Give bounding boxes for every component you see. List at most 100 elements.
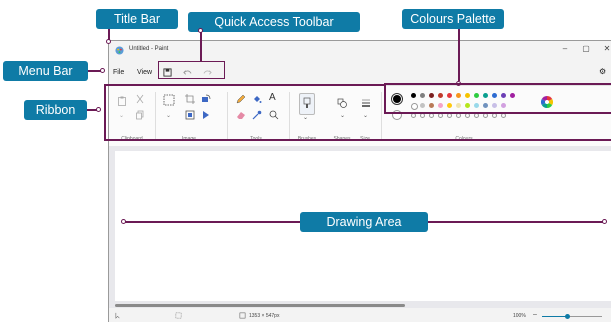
- palette-swatch[interactable]: [447, 103, 452, 108]
- callout-colours-palette: Colours Palette: [402, 9, 504, 29]
- fill-icon[interactable]: [252, 94, 262, 104]
- primary-colour-swatch[interactable]: [391, 93, 403, 105]
- title-bar: Untitled - Paint – ▢ ✕: [109, 41, 611, 63]
- cursor-position-icon: [115, 312, 120, 319]
- custom-colour-slot[interactable]: [474, 113, 479, 118]
- palette-swatch[interactable]: [420, 103, 425, 108]
- chevron-down-icon[interactable]: ⌄: [119, 112, 124, 119]
- palette-swatch[interactable]: [465, 103, 470, 108]
- zoom-out-button[interactable]: –: [533, 311, 537, 318]
- palette-swatch[interactable]: [474, 93, 479, 98]
- palette-swatch[interactable]: [447, 93, 452, 98]
- custom-colour-slot[interactable]: [447, 113, 452, 118]
- custom-colour-slot[interactable]: [456, 113, 461, 118]
- custom-colour-slot[interactable]: [438, 113, 443, 118]
- paint-app-icon: [115, 46, 124, 55]
- eraser-icon[interactable]: [236, 110, 246, 120]
- color-picker-icon[interactable]: [252, 110, 262, 120]
- custom-colour-slot[interactable]: [411, 113, 416, 118]
- palette-swatch[interactable]: [483, 93, 488, 98]
- chevron-down-icon[interactable]: ⌄: [363, 112, 368, 119]
- palette-swatch[interactable]: [429, 93, 434, 98]
- settings-icon[interactable]: ⚙: [599, 67, 606, 76]
- zoom-slider-fill: [542, 316, 567, 317]
- close-button[interactable]: ✕: [599, 44, 611, 53]
- chevron-down-icon[interactable]: ⌄: [340, 112, 345, 119]
- selection-size-icon: [175, 312, 182, 319]
- palette-swatch[interactable]: [438, 103, 443, 108]
- colours-palette-highlight-bottom: [384, 112, 611, 114]
- quick-access-toolbar-highlight: [158, 61, 225, 79]
- window-title: Untitled - Paint: [129, 46, 169, 52]
- ribbon-highlight-bottom: [104, 139, 611, 141]
- palette-swatch[interactable]: [501, 93, 506, 98]
- flip-icon[interactable]: [201, 110, 211, 120]
- status-bar: 1353 × 547px 100% –: [109, 309, 611, 322]
- zoom-slider[interactable]: [542, 314, 602, 319]
- paste-icon[interactable]: [117, 96, 127, 106]
- palette-swatch[interactable]: [420, 93, 425, 98]
- custom-colour-slot[interactable]: [465, 113, 470, 118]
- ribbon: ⌄ Clipboard ⌄ Image A Tools ⌄ Brushes ⌄ …: [109, 85, 611, 147]
- chevron-down-icon[interactable]: ⌄: [166, 112, 171, 119]
- custom-colour-slot[interactable]: [483, 113, 488, 118]
- zoom-slider-thumb[interactable]: [565, 314, 570, 319]
- pencil-icon[interactable]: [236, 94, 246, 104]
- custom-colour-slot[interactable]: [501, 113, 506, 118]
- chevron-down-icon[interactable]: ⌄: [303, 114, 308, 121]
- palette-swatch[interactable]: [465, 93, 470, 98]
- palette-swatch[interactable]: [492, 93, 497, 98]
- ribbon-highlight-top: [104, 84, 384, 86]
- palette-swatch[interactable]: [429, 103, 434, 108]
- magnifier-icon[interactable]: [269, 110, 279, 120]
- leader-dot: [121, 219, 126, 224]
- colours-palette-highlight-top: [384, 83, 611, 85]
- palette-swatch[interactable]: [492, 103, 497, 108]
- ribbon-divider: [227, 92, 228, 140]
- callout-menu-bar: Menu Bar: [3, 61, 88, 81]
- palette-swatch[interactable]: [501, 103, 506, 108]
- palette-swatch[interactable]: [411, 93, 416, 98]
- leader-dot: [602, 219, 607, 224]
- callout-ribbon: Ribbon: [24, 100, 87, 120]
- rotate-icon[interactable]: [201, 94, 211, 104]
- menu-file[interactable]: File: [113, 69, 124, 76]
- crop-icon[interactable]: [185, 94, 195, 104]
- custom-colour-slot[interactable]: [492, 113, 497, 118]
- copy-icon[interactable]: [135, 110, 145, 120]
- palette-swatch[interactable]: [483, 103, 488, 108]
- leader-dot: [100, 68, 105, 73]
- custom-colour-slot[interactable]: [420, 113, 425, 118]
- colours-palette-highlight-left: [384, 83, 386, 113]
- ribbon-divider: [289, 92, 290, 140]
- custom-colour-slot[interactable]: [429, 113, 434, 118]
- select-icon[interactable]: [163, 94, 175, 106]
- leader-line: [200, 32, 202, 61]
- maximize-button[interactable]: ▢: [578, 44, 594, 53]
- palette-swatch[interactable]: [456, 103, 461, 108]
- palette-swatch[interactable]: [411, 103, 418, 110]
- palette-swatch[interactable]: [474, 103, 479, 108]
- line-size-icon[interactable]: [361, 98, 371, 108]
- primary-colour-fill: [393, 95, 401, 103]
- shapes-icon[interactable]: [337, 98, 347, 108]
- canvas-size-icon: [239, 312, 246, 319]
- brushes-button[interactable]: [299, 93, 315, 115]
- leader-line: [458, 29, 460, 81]
- text-tool-icon[interactable]: A: [269, 92, 276, 103]
- palette-swatch[interactable]: [510, 93, 515, 98]
- menu-view[interactable]: View: [137, 69, 152, 76]
- cut-icon[interactable]: [135, 94, 145, 104]
- ribbon-highlight-left: [104, 84, 106, 140]
- callout-quick-access-toolbar: Quick Access Toolbar: [188, 12, 360, 32]
- horizontal-scrollbar[interactable]: [115, 304, 405, 307]
- resize-icon[interactable]: [185, 110, 195, 120]
- ribbon-divider: [155, 92, 156, 140]
- palette-swatch[interactable]: [438, 93, 443, 98]
- minimize-button[interactable]: –: [557, 44, 573, 53]
- canvas-size-text: 1353 × 547px: [249, 313, 280, 319]
- leader-dot: [198, 28, 203, 33]
- palette-swatch[interactable]: [456, 93, 461, 98]
- edit-colours-icon[interactable]: [541, 96, 553, 108]
- callout-drawing-area: Drawing Area: [300, 212, 428, 232]
